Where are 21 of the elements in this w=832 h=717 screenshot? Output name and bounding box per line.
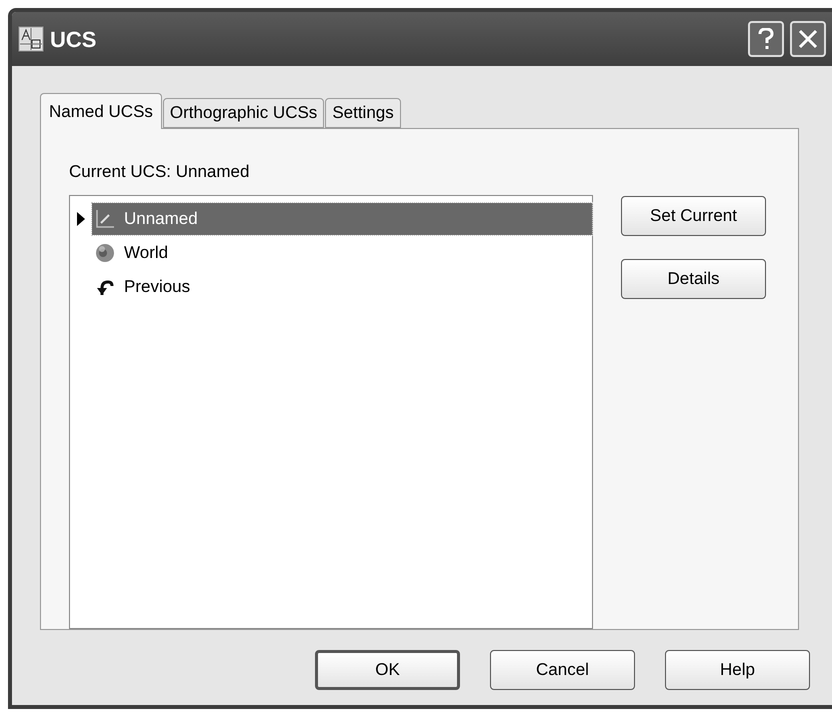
globe-icon	[94, 242, 116, 264]
dialog-button[interactable]: OK	[315, 650, 460, 690]
close-icon	[798, 29, 818, 49]
current-ucs-label: Current UCS: Unnamed	[69, 161, 250, 183]
side-button[interactable]: Details	[621, 259, 766, 299]
ucs-list-item[interactable]: World	[92, 236, 592, 269]
dialog-button[interactable]: Help	[665, 650, 810, 690]
tab[interactable]: Settings	[325, 98, 401, 128]
question-mark-icon	[758, 28, 774, 50]
close-button[interactable]	[790, 21, 826, 57]
help-button[interactable]	[748, 21, 784, 57]
ucs-list[interactable]: Unnamed World Previous	[69, 194, 593, 629]
ucs-list-item[interactable]: Previous	[92, 270, 592, 303]
side-button[interactable]: Set Current	[621, 196, 766, 236]
ucs-axes-icon	[94, 208, 116, 230]
ucs-list-item[interactable]: Unnamed	[92, 202, 592, 235]
tab[interactable]: Named UCSs	[40, 93, 162, 129]
app-icon	[18, 26, 44, 52]
tab[interactable]: Orthographic UCSs	[162, 98, 324, 128]
dialog-button[interactable]: Cancel	[490, 650, 635, 690]
window-title: UCS	[50, 26, 96, 54]
